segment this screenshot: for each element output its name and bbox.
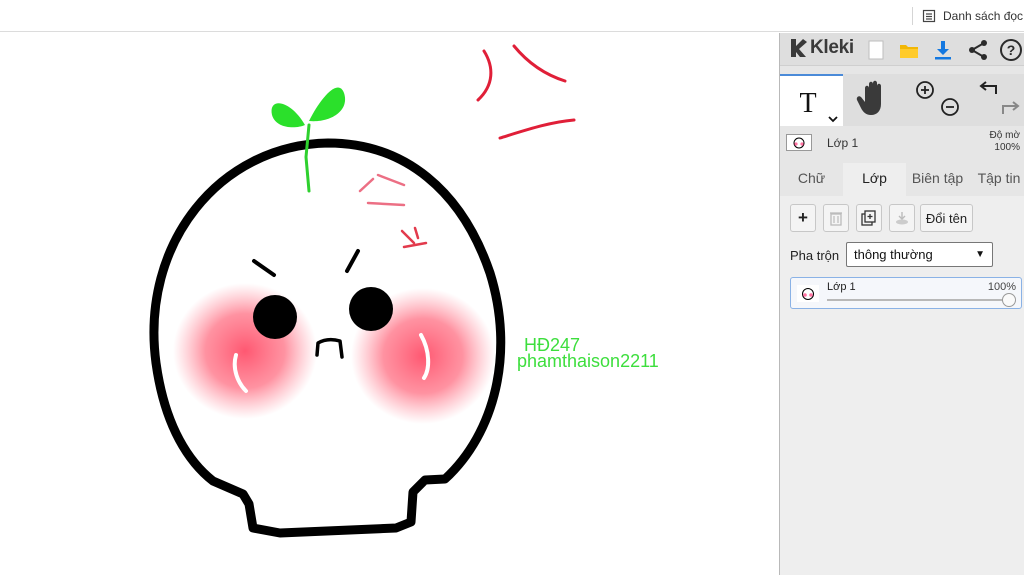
svg-text:T: T bbox=[799, 88, 816, 119]
layer-name: Lớp 1 bbox=[827, 281, 856, 293]
tab-edit[interactable]: Biên tập bbox=[906, 163, 969, 196]
new-image-icon[interactable] bbox=[864, 38, 888, 62]
panel-tabs: Chữ Lớp Biên tập Tập tin bbox=[780, 163, 1024, 196]
current-layer-thumbnail bbox=[786, 134, 812, 151]
merge-layer-button[interactable] bbox=[889, 204, 915, 232]
trash-icon bbox=[830, 212, 842, 226]
opacity-value: 100% bbox=[994, 142, 1020, 153]
zoom-buttons bbox=[906, 74, 969, 126]
chevron-down-icon: ▼ bbox=[975, 249, 985, 260]
watermark-author: phamthaison2211 bbox=[517, 351, 659, 371]
svg-text:?: ? bbox=[1007, 42, 1016, 58]
download-icon[interactable] bbox=[931, 38, 955, 62]
anger-mark-large-3 bbox=[498, 118, 576, 140]
tab-file[interactable]: Tập tin bbox=[973, 163, 1024, 196]
reading-list-icon bbox=[922, 9, 936, 23]
sprout-leaf-left bbox=[271, 103, 305, 128]
tool-row: T bbox=[780, 74, 1024, 126]
undo-icon[interactable] bbox=[979, 81, 997, 94]
layers-tab-content: + Đổi tên Pha trộn thông thường ▼ Lớp 1 … bbox=[780, 196, 1024, 575]
current-layer-name: Lớp 1 bbox=[827, 136, 859, 150]
app-name: Kleki bbox=[810, 37, 854, 58]
blend-mode-label: Pha trộn bbox=[790, 248, 840, 263]
left-blush bbox=[173, 283, 317, 419]
kleki-logo-icon bbox=[791, 39, 807, 57]
left-eye bbox=[253, 295, 297, 339]
history-buttons bbox=[969, 74, 1024, 126]
duplicate-icon bbox=[861, 210, 876, 226]
right-eye bbox=[349, 287, 393, 331]
layer-opacity-handle[interactable] bbox=[1002, 293, 1016, 307]
tab-layers[interactable]: Lớp bbox=[843, 163, 906, 196]
add-layer-button[interactable]: + bbox=[790, 204, 816, 232]
blend-mode-select[interactable]: thông thường ▼ bbox=[846, 242, 993, 267]
rename-layer-button[interactable]: Đổi tên bbox=[920, 204, 973, 232]
browser-bookmark-bar: Danh sách đọc bbox=[0, 0, 1024, 32]
text-tool-icon: T bbox=[799, 88, 838, 123]
layer-opacity-slider[interactable] bbox=[827, 299, 1011, 301]
drawing-canvas[interactable]: HĐ247 phamthaison2211 bbox=[0, 33, 780, 575]
current-layer-row: Lớp 1 Độ mờ 100% bbox=[780, 130, 1024, 158]
zoom-out-icon[interactable] bbox=[941, 98, 959, 116]
layer-opacity-value: 100% bbox=[987, 281, 1016, 293]
delete-layer-button[interactable] bbox=[823, 204, 849, 232]
reading-list-label: Danh sách đọc bbox=[943, 9, 1024, 23]
text-tool-button[interactable]: T bbox=[780, 74, 843, 126]
tool-panel: Kleki ? T Lớp 1 Độ mờ 100% Chữ Lớp Biên … bbox=[779, 33, 1024, 575]
reading-list-button[interactable]: Danh sách đọc bbox=[922, 7, 1023, 25]
blend-mode-value: thông thường bbox=[854, 247, 933, 262]
kleki-logo[interactable]: Kleki bbox=[788, 37, 854, 59]
layer-thumbnail bbox=[797, 285, 819, 302]
anger-mark-large-2 bbox=[512, 44, 567, 83]
duplicate-layer-button[interactable] bbox=[856, 204, 882, 232]
share-icon[interactable] bbox=[966, 38, 990, 62]
sprout-leaf-right bbox=[309, 87, 346, 122]
bar-separator bbox=[912, 7, 913, 25]
merge-down-icon bbox=[896, 212, 908, 225]
anger-mark-large-1 bbox=[476, 49, 493, 102]
help-icon[interactable]: ? bbox=[999, 38, 1023, 62]
canvas-drawing bbox=[149, 44, 576, 538]
panel-header: Kleki ? bbox=[780, 33, 1024, 66]
tab-text[interactable]: Chữ bbox=[780, 163, 843, 196]
layer-item[interactable]: Lớp 1 100% bbox=[790, 277, 1022, 309]
hand-tool-button[interactable] bbox=[843, 74, 906, 126]
opacity-label: Độ mờ bbox=[989, 130, 1020, 141]
hand-tool-icon bbox=[856, 80, 881, 115]
open-folder-icon[interactable] bbox=[897, 38, 921, 62]
current-layer-opacity: Độ mờ 100% bbox=[990, 130, 1020, 154]
zoom-in-icon[interactable] bbox=[916, 81, 934, 99]
redo-icon[interactable] bbox=[1002, 101, 1020, 114]
